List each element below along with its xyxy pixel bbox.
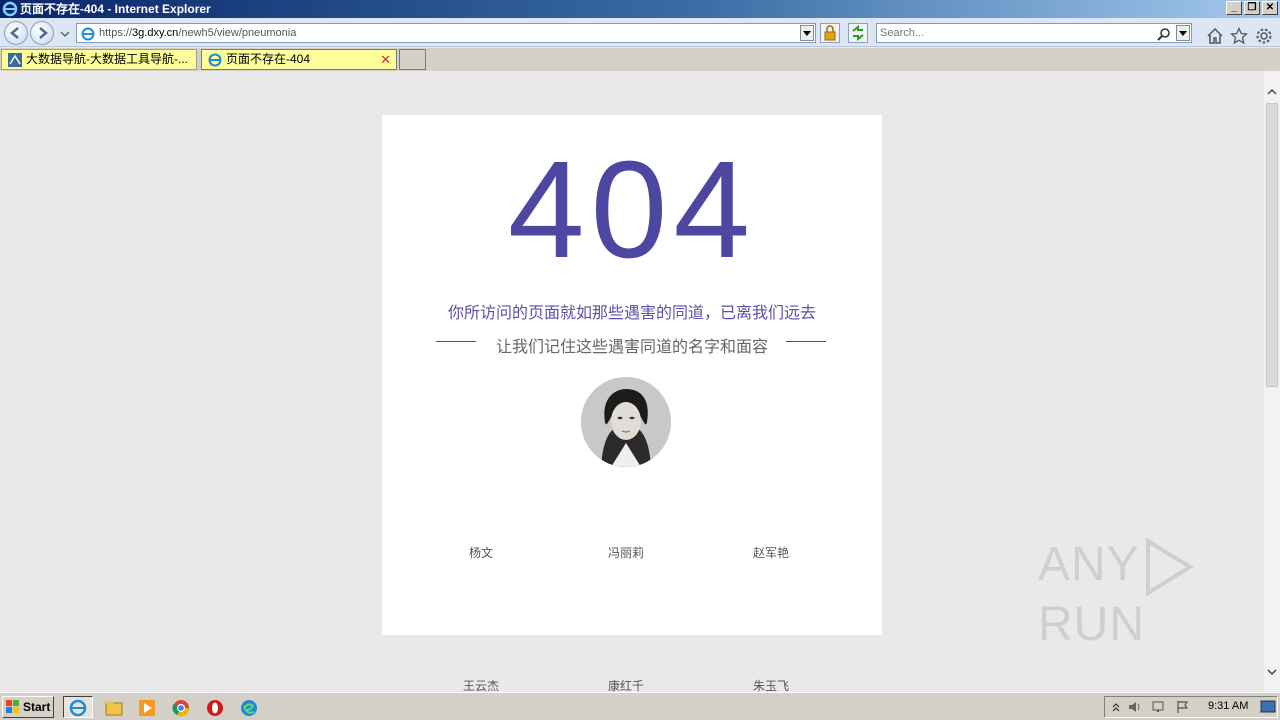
address-dropdown-button[interactable] [800,25,814,41]
close-tab-icon[interactable]: ✕ [380,50,391,69]
volume-icon[interactable] [1127,700,1143,714]
history-dropdown-icon[interactable] [60,29,70,39]
close-button[interactable]: ✕ [1262,1,1278,15]
search-icon[interactable] [1157,27,1171,41]
scrollbar-thumb[interactable] [1266,103,1278,387]
back-arrow-icon [10,27,19,39]
search-input[interactable] [880,26,1150,40]
show-desktop-icon[interactable] [1260,700,1276,714]
anyrun-watermark: ANYRUN [1038,537,1280,652]
site-favicon-icon [8,53,22,67]
opera-icon[interactable] [205,698,225,718]
minimize-button[interactable]: _ [1226,1,1242,15]
media-player-icon[interactable] [137,698,157,718]
lock-icon [824,25,836,41]
forward-button[interactable] [30,21,54,45]
scroll-down-icon[interactable] [1267,667,1277,677]
search-box[interactable] [876,23,1192,43]
tray-expand-icon[interactable] [1111,701,1121,713]
favorites-star-icon[interactable] [1230,27,1248,45]
file-explorer-icon[interactable] [104,698,124,718]
title-bar: 页面不存在-404 - Internet Explorer _ ❐ ✕ [0,0,1280,18]
home-icon[interactable] [1206,27,1224,45]
gear-icon[interactable] [1255,27,1273,45]
network-icon[interactable] [1151,700,1167,714]
url-text: https://3g.dxy.cn/newh5/view/pneumonia [99,27,297,39]
error-code: 404 [507,133,757,287]
chrome-icon[interactable] [171,698,191,718]
chevron-down-icon [803,31,811,36]
error-message: 你所访问的页面就如那些遇害的同道，已离我们远去 [447,303,816,322]
window-title: 页面不存在-404 - Internet Explorer [20,2,211,16]
ie-icon [69,699,87,717]
tab-bigdata-nav[interactable]: 大数据导航-大数据工具导航-... [1,49,197,70]
tab-label: 大数据导航-大数据工具导航-... [26,52,188,66]
refresh-button[interactable] [848,23,868,43]
tab-404-page[interactable]: 页面不存在-404 ✕ [201,49,397,70]
security-lock-button[interactable] [820,23,840,43]
error-card: 404 你所访问的页面就如那些遇害的同道，已离我们远去 让我们记住这些遇害同道的… [382,115,882,693]
taskbar-ie-button[interactable] [63,696,93,718]
portrait-image [581,377,671,467]
play-logo-icon [1145,537,1194,597]
search-dropdown-button[interactable] [1176,25,1190,41]
divider-right [786,341,826,342]
memorial-tagline: 让我们记住这些遇害同道的名字和面容 [495,337,768,356]
ie-logo-icon [2,1,18,17]
back-button[interactable] [4,21,28,45]
ie-page-icon [81,27,95,41]
taskbar: Start 9:31 AM [0,692,1280,720]
tab-label: 页面不存在-404 [226,52,311,66]
system-tray [1104,696,1278,718]
clock: 9:31 AM [1208,700,1249,712]
windows-flag-icon [6,700,19,713]
name-label: 杨文 [468,546,493,560]
scroll-up-icon[interactable] [1267,87,1277,97]
avatar [581,377,671,467]
action-center-flag-icon[interactable] [1175,700,1191,714]
ie-page-icon [208,53,222,67]
name-label: 冯丽莉 [607,546,644,560]
restore-button[interactable]: ❐ [1244,1,1260,15]
chevron-down-icon [1179,31,1187,36]
new-tab-button[interactable] [399,49,426,70]
tab-bar: 大数据导航-大数据工具导航-... 页面不存在-404 ✕ [0,48,1280,71]
edge-icon[interactable] [239,698,259,718]
navigation-bar: https://3g.dxy.cn/newh5/view/pneumonia [0,18,1280,47]
forward-arrow-icon [39,27,48,39]
start-button[interactable]: Start [2,696,54,718]
address-bar[interactable]: https://3g.dxy.cn/newh5/view/pneumonia [76,23,816,43]
refresh-icon [852,24,864,42]
name-label: 赵军艳 [752,546,789,560]
